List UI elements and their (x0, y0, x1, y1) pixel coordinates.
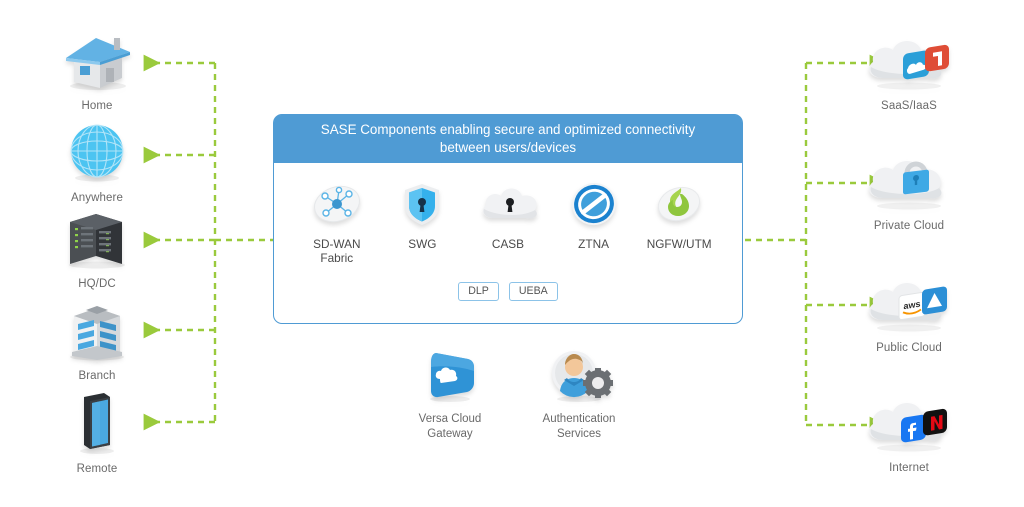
component-label-line2: Fabric (320, 251, 354, 266)
cloud-public[interactable]: aws Public Cloud (857, 264, 961, 355)
flame-icon (636, 179, 722, 229)
cloud-private[interactable]: Private Cloud (857, 142, 961, 233)
auth-user-gear-icon (519, 346, 639, 406)
endpoint-home[interactable]: Home (45, 22, 149, 113)
endpoint-label: Branch (78, 370, 116, 382)
cloud-keyhole-icon (465, 179, 551, 229)
cloud-internet-icon (857, 384, 961, 454)
smartphone-icon (45, 385, 149, 455)
component-label: SD-WAN Fabric (294, 237, 380, 266)
service-label-line2: Gateway (427, 427, 473, 440)
server-rack-icon (45, 200, 149, 270)
cloud-internet[interactable]: Internet (857, 384, 961, 475)
badge-ueba[interactable]: UEBA (508, 281, 558, 302)
globe-icon (45, 114, 149, 184)
service-versa-cloud-gateway[interactable]: Versa Cloud Gateway (390, 346, 510, 441)
shield-keyhole-icon (380, 179, 466, 229)
component-label: SWG (408, 237, 437, 251)
no-entry-icon (551, 179, 637, 229)
endpoint-label: HQ/DC (78, 278, 116, 290)
versa-cloud-gateway-icon (390, 346, 510, 406)
component-label: ZTNA (578, 237, 609, 251)
component-label: NGFW/UTM (646, 237, 712, 251)
component-label: CASB (491, 237, 525, 251)
service-label-line2: Services (556, 427, 602, 440)
component-swg[interactable]: SWG (380, 179, 466, 266)
cloud-lock-icon (857, 142, 961, 212)
endpoint-label: Remote (76, 463, 118, 475)
service-authentication-services[interactable]: Authentication Services (519, 346, 639, 441)
sase-components-panel: SASE Components enabling secure and opti… (273, 114, 743, 324)
panel-title-line1: SASE Components enabling secure and opti… (320, 122, 696, 138)
component-ztna[interactable]: ZTNA (551, 179, 637, 266)
service-label: Authentication Services (519, 412, 639, 441)
component-sd-wan-fabric[interactable]: SD-WAN Fabric (294, 179, 380, 266)
cloud-aws-azure-icon: aws (857, 264, 961, 334)
endpoint-branch[interactable]: Branch (45, 292, 149, 383)
cloud-saas-icon (857, 22, 961, 92)
sase-architecture-diagram: Home Anywhere HQ/DC Branch Remote SaaS/I… (0, 0, 1024, 507)
badge-dlp[interactable]: DLP (458, 281, 499, 302)
cloud-label: Private Cloud (873, 220, 945, 232)
component-row: SD-WAN Fabric SWG CASB ZTNA NGFW/UTM (274, 163, 742, 266)
endpoint-remote[interactable]: Remote (45, 385, 149, 476)
component-ngfw-utm[interactable]: NGFW/UTM (636, 179, 722, 266)
office-building-icon (45, 292, 149, 362)
house-icon (45, 22, 149, 92)
feature-badges: DLP UEBA (274, 281, 742, 302)
component-casb[interactable]: CASB (465, 179, 551, 266)
endpoint-label: Home (81, 100, 113, 112)
service-label-line1: Versa Cloud (418, 413, 482, 425)
cloud-saas-iaas[interactable]: SaaS/IaaS (857, 22, 961, 113)
panel-title-line2: between users/devices (439, 140, 577, 155)
endpoint-hq-dc[interactable]: HQ/DC (45, 200, 149, 291)
cloud-label: Internet (889, 462, 929, 474)
component-label-line1: SD-WAN (313, 237, 361, 251)
cloud-label: SaaS/IaaS (881, 100, 937, 112)
service-label-line1: Authentication (542, 413, 616, 425)
service-label: Versa Cloud Gateway (390, 412, 510, 441)
sd-wan-mesh-icon (294, 179, 380, 229)
panel-title: SASE Components enabling secure and opti… (274, 115, 742, 163)
endpoint-anywhere[interactable]: Anywhere (45, 114, 149, 205)
cloud-label: Public Cloud (876, 342, 942, 354)
